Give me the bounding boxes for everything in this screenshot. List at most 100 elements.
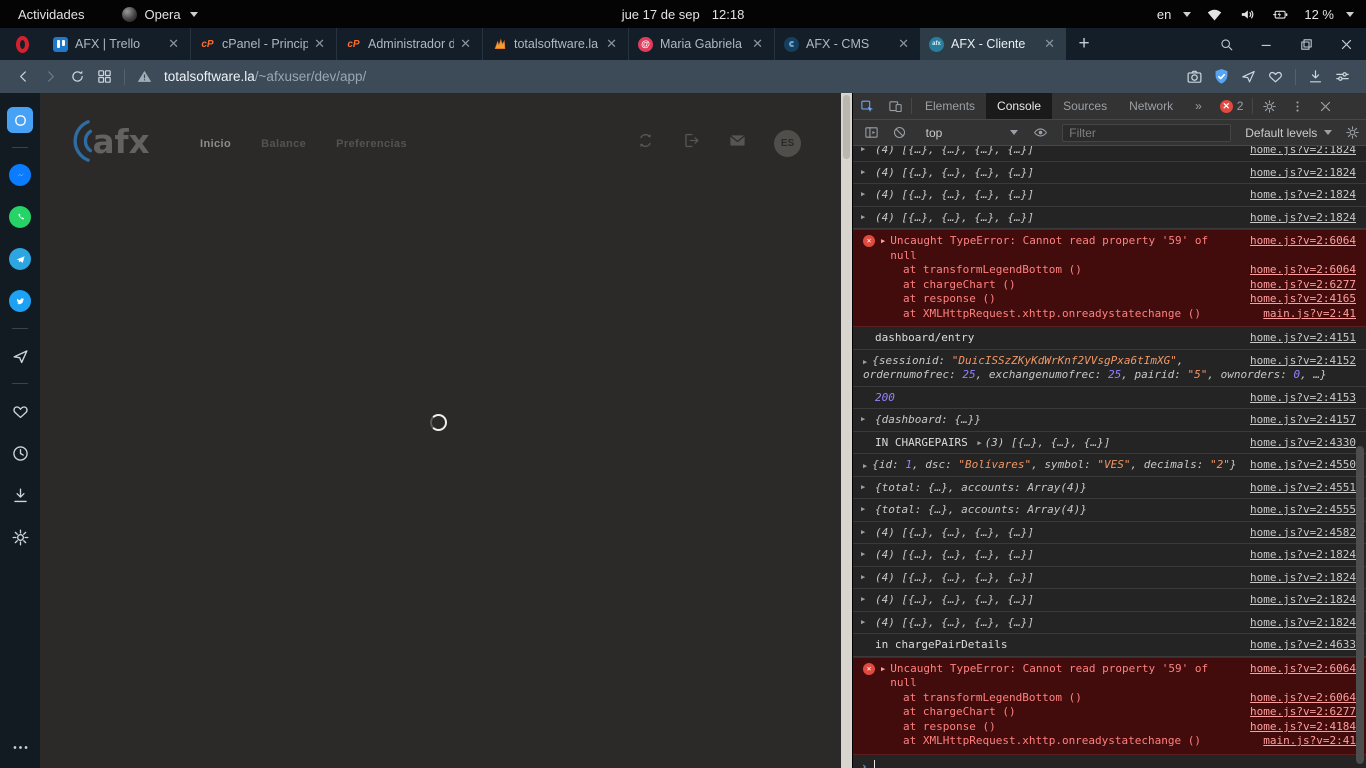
activities-button[interactable]: Actividades [14,5,88,24]
sidebar-twitter-icon[interactable] [0,280,40,322]
sidebar-telegram-icon[interactable] [0,238,40,280]
refresh-icon[interactable] [636,131,655,155]
mail-icon[interactable] [728,131,747,155]
source-link[interactable]: home.js?v=2:1824 [1250,548,1356,563]
tab-close-icon[interactable]: ✕ [312,36,327,52]
back-icon[interactable] [10,64,37,90]
devtools-gear-icon[interactable] [1255,93,1283,119]
expand-triangle-icon[interactable]: ▶ [861,415,865,424]
devtools-scrollbar-thumb[interactable] [1356,446,1364,764]
devtools-tab-network[interactable]: Network [1118,93,1184,119]
language-badge[interactable]: ES [774,130,801,157]
page-scrollbar-thumb[interactable] [843,95,850,159]
expand-triangle-icon[interactable]: ▶ [861,550,865,559]
source-link[interactable]: home.js?v=2:1824 [1250,211,1356,226]
source-link[interactable]: home.js?v=2:6064 [1250,691,1356,706]
expand-triangle-icon[interactable]: ▶ [974,439,984,447]
nav-item-preferencias[interactable]: Preferencias [336,138,407,150]
source-link[interactable]: home.js?v=2:4582 [1250,526,1356,541]
source-link[interactable]: home.js?v=2:4153 [1250,391,1356,406]
source-link[interactable]: home.js?v=2:6277 [1250,705,1356,720]
tab-close-icon[interactable]: ✕ [604,36,619,52]
sidebar-flow-icon[interactable] [0,335,40,377]
shield-check-icon[interactable] [1208,64,1235,90]
close-button[interactable] [1326,28,1366,60]
source-link[interactable]: home.js?v=2:6064 [1250,234,1356,249]
site-info-warning-icon[interactable] [131,64,158,90]
sidebar-history-icon[interactable] [0,432,40,474]
tab-close-icon[interactable]: ✕ [166,36,181,52]
source-link[interactable]: home.js?v=2:6064 [1250,263,1356,278]
console-sidebar-icon[interactable] [857,125,885,140]
source-link[interactable]: home.js?v=2:1824 [1250,593,1356,608]
minimize-button[interactable] [1246,28,1286,60]
browser-tab-afx-trello[interactable]: AFX | Trello✕ [44,28,190,60]
tab-close-icon[interactable]: ✕ [1042,36,1057,52]
volume-icon[interactable] [1234,1,1261,27]
expand-triangle-icon[interactable]: ▶ [861,573,865,582]
expand-triangle-icon[interactable]: ▶ [863,358,867,366]
opera-menu-button[interactable] [0,28,44,60]
browser-tab-administrador-d[interactable]: cPAdministrador d✕ [336,28,482,60]
clock[interactable]: jue 17 de sep 12:18 [622,7,745,22]
forward-icon[interactable] [37,64,64,90]
sidebar-whatsapp-icon[interactable] [0,196,40,238]
source-link[interactable]: main.js?v=2:41 [1263,734,1356,749]
context-selector[interactable]: top [918,126,1026,140]
browser-tab-maria-gabriela-h[interactable]: @Maria Gabriela H✕ [628,28,774,60]
source-link[interactable]: home.js?v=2:1824 [1250,146,1356,158]
source-link[interactable]: home.js?v=2:4184 [1250,720,1356,735]
wifi-icon[interactable] [1201,1,1228,27]
nav-item-inicio[interactable]: Inicio [200,138,231,150]
tab-close-icon[interactable]: ✕ [896,36,911,52]
expand-triangle-icon[interactable]: ▶ [881,237,885,246]
source-link[interactable]: home.js?v=2:4152 [1250,354,1356,369]
tab-tiles-icon[interactable] [91,64,118,90]
devtools-device-toolbar-icon[interactable] [881,93,909,119]
console-filter-input[interactable] [1062,124,1231,142]
source-link[interactable]: home.js?v=2:1824 [1250,188,1356,203]
expand-triangle-icon[interactable]: ▶ [881,665,885,674]
source-link[interactable]: home.js?v=2:4330 [1250,436,1356,451]
expand-triangle-icon[interactable]: ▶ [861,213,865,222]
source-link[interactable]: home.js?v=2:4165 [1250,292,1356,307]
console-settings-gear-icon[interactable] [1343,125,1362,140]
live-expression-eye-icon[interactable] [1031,125,1050,140]
source-link[interactable]: home.js?v=2:1824 [1250,616,1356,631]
page-scrollbar[interactable] [841,93,852,768]
expand-triangle-icon[interactable]: ▶ [861,483,865,492]
browser-tab-totalsoftware-la[interactable]: totalsoftware.la✕ [482,28,628,60]
source-link[interactable]: home.js?v=2:1824 [1250,166,1356,181]
app-menu[interactable]: Opera [122,7,197,22]
heart-icon[interactable] [1262,64,1289,90]
source-link[interactable]: home.js?v=2:4157 [1250,413,1356,428]
source-link[interactable]: home.js?v=2:4550 [1250,458,1356,473]
new-tab-button[interactable]: + [1066,28,1102,60]
devtools-tab-console[interactable]: Console [986,93,1052,119]
source-link[interactable]: home.js?v=2:4633 [1250,638,1356,653]
browser-tab-afx-cms[interactable]: AFX - CMS✕ [774,28,920,60]
logout-icon[interactable] [682,131,701,155]
devtools-tab-more[interactable]: » [1184,93,1213,119]
sidebar-settings-icon[interactable] [0,516,40,558]
easy-setup-icon[interactable] [1329,64,1356,90]
source-link[interactable]: home.js?v=2:1824 [1250,571,1356,586]
error-counter[interactable]: ✕ 2 [1213,93,1251,119]
source-link[interactable]: home.js?v=2:4555 [1250,503,1356,518]
expand-triangle-icon[interactable]: ▶ [863,462,867,470]
devtools-inspect-icon[interactable] [853,93,881,119]
sidebar-downloads-icon[interactable] [0,474,40,516]
console-prompt[interactable]: › [853,755,1366,768]
tab-close-icon[interactable]: ✕ [458,36,473,52]
battery-icon[interactable] [1267,1,1294,27]
source-link[interactable]: home.js?v=2:6064 [1250,662,1356,677]
sidebar-messenger-icon[interactable] [0,154,40,196]
sidebar-speed-dial-icon[interactable] [0,99,40,141]
expand-triangle-icon[interactable]: ▶ [861,190,865,199]
search-button[interactable] [1206,28,1246,60]
download-icon[interactable] [1302,64,1329,90]
devtools-tab-sources[interactable]: Sources [1052,93,1118,119]
expand-triangle-icon[interactable]: ▶ [861,168,865,177]
source-link[interactable]: main.js?v=2:41 [1263,307,1356,322]
expand-triangle-icon[interactable]: ▶ [861,505,865,514]
